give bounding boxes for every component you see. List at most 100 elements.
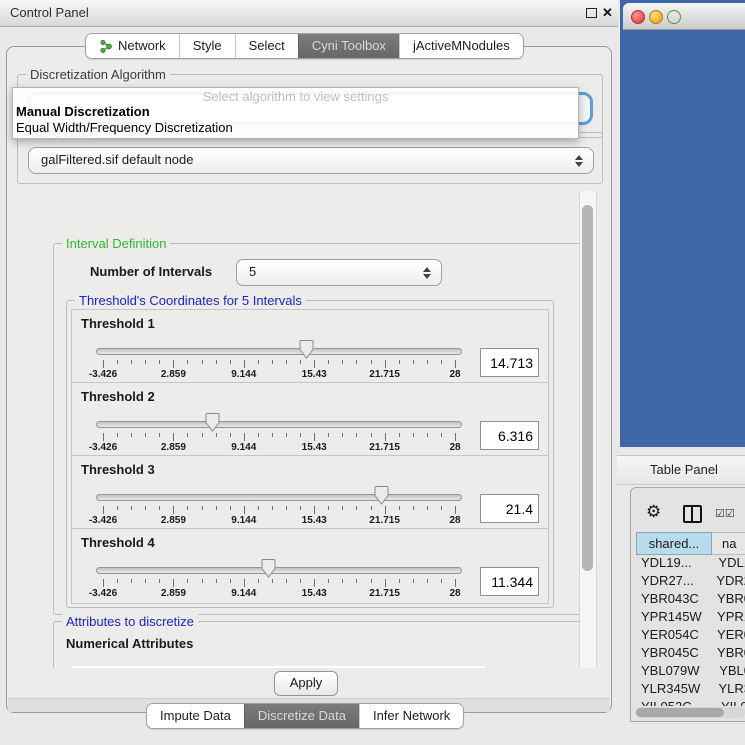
cyni-toolbox-panel: Discretization Algorithm Table Data galF…	[6, 46, 612, 713]
table-row[interactable]: YER054CYER0	[635, 626, 745, 644]
table-panel-titlebar: Table Panel	[617, 455, 745, 485]
num-intervals-value: 5	[249, 260, 256, 284]
threshold-row-3: Threshold 3-3.4262.8599.14415.4321.71528	[71, 455, 549, 531]
interval-group-title: Interval Definition	[62, 236, 170, 251]
table-row[interactable]: YBR043CYBR0	[635, 590, 745, 608]
slider-tick	[399, 433, 400, 437]
threshold-value-field[interactable]	[480, 348, 539, 377]
slider-tick	[455, 433, 456, 441]
slider-tick	[230, 433, 231, 437]
slider-tick	[300, 360, 301, 364]
table-row[interactable]: YDR27...YDR2	[635, 572, 745, 590]
close-traffic-icon[interactable]	[631, 10, 645, 24]
bottom-tab-infer-network[interactable]: Infer Network	[359, 704, 463, 728]
minimize-traffic-icon[interactable]	[649, 10, 663, 24]
num-intervals-spinner[interactable]: 5	[236, 259, 442, 286]
column-header-name[interactable]: na	[712, 532, 745, 555]
table-data-group: Table Data galFiltered.sif default node	[17, 132, 603, 184]
table-row[interactable]: YBR045CYBR0	[635, 644, 745, 662]
zoom-traffic-icon[interactable]	[667, 10, 681, 24]
threshold-slider[interactable]: -3.4262.8599.14415.4321.71528	[96, 310, 462, 384]
algorithm-option-manual-discretization[interactable]: Manual Discretization	[16, 104, 150, 119]
float-window-icon[interactable]	[586, 8, 597, 18]
panel-scrollbar-thumb[interactable]	[582, 205, 593, 571]
slider-tick	[286, 360, 287, 364]
slider-track[interactable]	[96, 567, 462, 574]
slider-tick	[272, 360, 273, 364]
slider-tick	[244, 579, 245, 587]
slider-tick	[258, 433, 259, 437]
slider-tick	[356, 360, 357, 364]
slider-tick	[103, 433, 104, 441]
slider-thumb[interactable]	[374, 485, 389, 505]
slider-tick	[244, 433, 245, 441]
tab-jactivemnodules[interactable]: jActiveMNodules	[399, 34, 523, 58]
table-h-scrollbar[interactable]	[635, 707, 745, 718]
algorithm-dropdown-popup: Select algorithm to view settings Manual…	[12, 87, 579, 139]
tab-network[interactable]: Network	[86, 34, 179, 58]
table-row[interactable]: YPR145WYPR1	[635, 608, 745, 626]
slider-thumb[interactable]	[299, 339, 314, 359]
cell-name: YPR1	[711, 608, 745, 626]
table-row[interactable]: YDL19...YDL1	[635, 554, 745, 572]
slider-tick	[413, 506, 414, 510]
top-tab-bar: NetworkStyleSelectCyni ToolboxjActiveMNo…	[85, 33, 524, 59]
slider-tick	[399, 360, 400, 364]
column-header-shared[interactable]: shared...	[636, 532, 712, 555]
slider-tick	[103, 579, 104, 587]
cell-name: YLR3	[712, 680, 745, 698]
slider-tick	[159, 506, 160, 510]
threshold-row-2: Threshold 2-3.4262.8599.14415.4321.71528	[71, 382, 549, 458]
slider-tick	[342, 506, 343, 510]
threshold-slider[interactable]: -3.4262.8599.14415.4321.71528	[96, 383, 462, 457]
checkbox-icon[interactable]: ☑☑	[715, 507, 735, 520]
slider-tick	[216, 433, 217, 437]
tick-label: 15.43	[284, 442, 344, 453]
table-rows: YDL19...YDL1YDR27...YDR2YBR043CYBR0YPR14…	[635, 554, 745, 706]
cell-shared-name: YDR27...	[635, 572, 710, 590]
bottom-tab-discretize-data[interactable]: Discretize Data	[244, 704, 359, 728]
slider-track[interactable]	[96, 421, 462, 428]
slider-tick	[173, 506, 174, 514]
cell-name: YIL0	[715, 698, 745, 706]
slider-tick	[117, 433, 118, 437]
gear-icon[interactable]: ⚙	[646, 502, 661, 522]
apply-button[interactable]: Apply	[274, 671, 338, 696]
table-data-combobox[interactable]: galFiltered.sif default node	[28, 147, 594, 174]
slider-tick	[131, 506, 132, 510]
threshold-slider[interactable]: -3.4262.8599.14415.4321.71528	[96, 456, 462, 530]
slider-thumb[interactable]	[261, 558, 276, 578]
slider-tick	[145, 579, 146, 583]
threshold-slider[interactable]: -3.4262.8599.14415.4321.71528	[96, 529, 462, 603]
table-h-scrollbar-thumb[interactable]	[636, 708, 724, 717]
tab-cyni-toolbox[interactable]: Cyni Toolbox	[298, 34, 399, 58]
tab-select[interactable]: Select	[235, 34, 298, 58]
tick-label: 21.715	[355, 515, 415, 526]
slider-tick	[385, 506, 386, 514]
cell-shared-name: YLR345W	[635, 680, 712, 698]
tick-label: -3.426	[73, 369, 133, 380]
bottom-tab-impute-data[interactable]: Impute Data	[147, 704, 244, 728]
slider-tick	[328, 360, 329, 364]
slider-tick	[328, 433, 329, 437]
cell-shared-name: YER054C	[635, 626, 711, 644]
slider-tick	[216, 506, 217, 510]
slider-tick	[216, 360, 217, 364]
tab-style[interactable]: Style	[179, 34, 235, 58]
close-icon[interactable]: ✕	[602, 5, 613, 21]
slider-thumb[interactable]	[205, 412, 220, 432]
table-row[interactable]: YBL079WYBL0	[635, 662, 745, 680]
slider-tick	[385, 579, 386, 587]
table-row[interactable]: YLR345WYLR3	[635, 680, 745, 698]
tick-label: 28	[425, 369, 485, 380]
slider-track[interactable]	[96, 348, 462, 355]
threshold-value-field[interactable]	[480, 494, 539, 523]
slider-tick	[427, 579, 428, 583]
slider-track[interactable]	[96, 494, 462, 501]
algorithm-option-equal-width-frequency-discretization[interactable]: Equal Width/Frequency Discretization	[16, 120, 233, 135]
threshold-value-field[interactable]	[480, 421, 539, 450]
columns-icon[interactable]	[683, 505, 702, 523]
table-row[interactable]: YIL052CYIL0	[635, 698, 745, 706]
threshold-value-field[interactable]	[480, 567, 539, 596]
panel-scrollbar[interactable]	[579, 191, 597, 668]
